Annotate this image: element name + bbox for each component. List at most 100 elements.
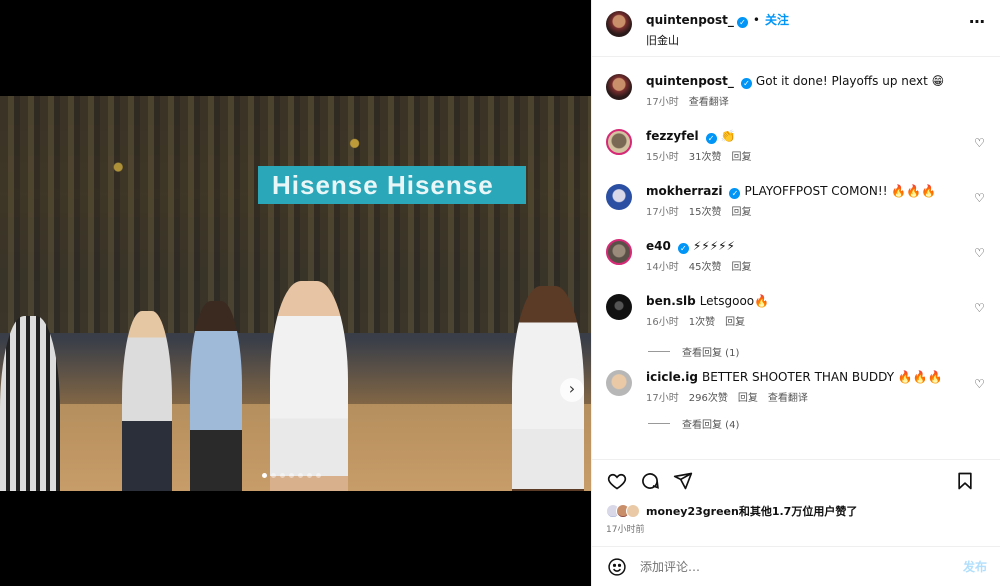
comment-input[interactable] xyxy=(640,559,963,574)
post-photo[interactable]: Hisense Hisense › xyxy=(0,96,591,491)
translate-link[interactable]: 查看翻译 xyxy=(689,97,729,108)
liker-avatar xyxy=(626,504,640,518)
commenter-avatar[interactable] xyxy=(606,294,632,320)
post-viewer: Hisense Hisense › quintenpost_ ✓ • 关注 旧金… xyxy=(0,0,1000,586)
verified-badge-icon: ✓ xyxy=(677,243,689,254)
commenter-avatar[interactable] xyxy=(606,184,632,210)
verified-badge-icon: ✓ xyxy=(729,188,741,199)
commenter-username[interactable]: e40 xyxy=(646,239,671,253)
comment-like-heart-icon[interactable]: ♡ xyxy=(974,302,986,314)
comment-line: fezzyfel ✓ 👏 xyxy=(646,129,976,144)
comment-body: mokherrazi ✓ PLAYOFFPOST COMON!! 🔥🔥🔥 17小时 1… xyxy=(646,184,976,239)
comment-text: ⚡⚡⚡⚡⚡ xyxy=(692,239,735,253)
comment-item: e40 ✓ ⚡⚡⚡⚡⚡ 14小时 45次赞 回复 ♡ xyxy=(606,239,986,294)
commenter-username[interactable]: fezzyfel xyxy=(646,129,699,143)
comment-line: icicle.ig BETTER SHOOTER THAN BUDDY 🔥🔥🔥 xyxy=(646,370,976,385)
side-panel: quintenpost_ ✓ • 关注 旧金山 ⋯ quintenpost_ ✓ Got … xyxy=(591,0,1000,586)
replies-divider xyxy=(648,350,670,352)
comment-like-heart-icon[interactable]: ♡ xyxy=(974,247,986,259)
carousel-dot xyxy=(280,473,285,478)
verified-badge-icon: ✓ xyxy=(736,17,748,28)
comment-item: ben.slb Letsgooo🔥 16小时 1次赞 回复 ♡ xyxy=(606,294,986,334)
arena-banner: Hisense Hisense xyxy=(258,166,526,204)
caption-text: Got it done! Playoffs up next 😁 xyxy=(755,74,945,88)
reply-button[interactable]: 回复 xyxy=(731,207,751,218)
likes-text: money23green和其他1.7万位用户赞了 xyxy=(646,505,858,518)
comment-text: BETTER SHOOTER THAN BUDDY 🔥🔥🔥 xyxy=(701,370,943,384)
caption-username[interactable]: quintenpost_ xyxy=(646,74,734,88)
caption-meta: 17小时 查看翻译 xyxy=(646,93,976,108)
reply-button[interactable]: 回复 xyxy=(738,393,758,404)
comment-time: 17小时 xyxy=(646,207,679,218)
comment-body: e40 ✓ ⚡⚡⚡⚡⚡ 14小时 45次赞 回复 xyxy=(646,239,976,294)
commenter-avatar[interactable] xyxy=(606,129,632,155)
emoji-icon[interactable] xyxy=(606,556,628,578)
reply-button[interactable]: 回复 xyxy=(725,317,745,328)
reply-button[interactable]: 回复 xyxy=(731,152,751,163)
follow-button[interactable]: 关注 xyxy=(765,13,789,27)
author-info: quintenpost_ ✓ • 关注 旧金山 xyxy=(646,11,789,48)
caption-line: quintenpost_ ✓ Got it done! Playoffs up ne… xyxy=(646,74,976,89)
carousel-next-button[interactable]: › xyxy=(560,378,584,402)
post-header: quintenpost_ ✓ • 关注 旧金山 ⋯ xyxy=(592,0,1000,57)
comment-item: mokherrazi ✓ PLAYOFFPOST COMON!! 🔥🔥🔥 17小时 1… xyxy=(606,184,986,239)
separator: • xyxy=(752,13,760,27)
bookmark-icon[interactable] xyxy=(954,470,976,492)
comment-text: 👏 xyxy=(720,129,736,143)
view-replies-button[interactable]: 查看回复 (4) xyxy=(648,416,986,431)
commenter-username[interactable]: icicle.ig xyxy=(646,370,698,384)
verified-badge-icon: ✓ xyxy=(740,78,752,89)
author-username[interactable]: quintenpost_ xyxy=(646,13,734,27)
comment-line: e40 ✓ ⚡⚡⚡⚡⚡ xyxy=(646,239,976,254)
send-icon[interactable] xyxy=(672,470,694,492)
add-comment-bar: 发布 xyxy=(592,546,1000,586)
post-comment-button[interactable]: 发布 xyxy=(963,558,987,575)
comment-meta: 16小时 1次赞 回复 xyxy=(646,313,976,328)
comment-time: 15小时 xyxy=(646,152,679,163)
grizzlies-player-figure xyxy=(190,301,242,491)
comment-text: Letsgooo🔥 xyxy=(699,294,770,308)
comment-like-heart-icon[interactable]: ♡ xyxy=(974,378,986,390)
comment-likes[interactable]: 31次赞 xyxy=(689,152,722,163)
caption-time: 17小时 xyxy=(646,97,679,108)
more-options-icon[interactable]: ⋯ xyxy=(969,12,986,31)
view-replies-button[interactable]: 查看回复 (1) xyxy=(648,338,986,364)
comment-likes[interactable]: 296次赞 xyxy=(689,393,728,404)
post-time: 17小时前 xyxy=(606,525,645,535)
action-bar: money23green和其他1.7万位用户赞了 17小时前 xyxy=(592,459,1000,546)
comment-like-heart-icon[interactable]: ♡ xyxy=(974,192,986,204)
comment-meta: 17小时 15次赞 回复 xyxy=(646,203,976,218)
carousel-dot xyxy=(289,473,294,478)
warriors-player-figure xyxy=(270,281,348,491)
verified-badge-icon: ✓ xyxy=(705,133,717,144)
carousel-dot xyxy=(316,473,321,478)
comment-likes[interactable]: 45次赞 xyxy=(689,262,722,273)
reply-button[interactable]: 回复 xyxy=(731,262,751,273)
replies-divider xyxy=(648,423,670,424)
comment-line: ben.slb Letsgooo🔥 xyxy=(646,294,976,309)
bench-player-figure xyxy=(122,311,172,491)
carousel-dot xyxy=(262,473,267,478)
comment-time: 17小时 xyxy=(646,393,679,404)
carousel-dots xyxy=(262,473,321,478)
commenter-username[interactable]: mokherrazi xyxy=(646,184,722,198)
commenter-username[interactable]: ben.slb xyxy=(646,294,696,308)
media-area: Hisense Hisense › xyxy=(0,0,591,586)
comment-text: PLAYOFFPOST COMON!! 🔥🔥🔥 xyxy=(744,184,937,198)
location-link[interactable]: 旧金山 xyxy=(646,32,789,48)
caption: quintenpost_ ✓ Got it done! Playoffs up ne… xyxy=(606,74,986,129)
action-icons xyxy=(606,470,987,492)
commenter-avatar[interactable] xyxy=(606,370,632,396)
comment-likes[interactable]: 1次赞 xyxy=(689,317,715,328)
author-avatar[interactable] xyxy=(606,11,632,37)
comment-likes[interactable]: 15次赞 xyxy=(689,207,722,218)
commenter-avatar[interactable] xyxy=(606,239,632,265)
likes-summary[interactable]: money23green和其他1.7万位用户赞了 xyxy=(606,503,987,519)
translate-link[interactable]: 查看翻译 xyxy=(768,393,808,404)
comment-like-heart-icon[interactable]: ♡ xyxy=(974,137,986,149)
comment-meta: 17小时 296次赞 回复 查看翻译 xyxy=(646,389,976,404)
comments-list: quintenpost_ ✓ Got it done! Playoffs up ne… xyxy=(592,57,1000,459)
caption-avatar[interactable] xyxy=(606,74,632,100)
heart-icon[interactable] xyxy=(606,470,628,492)
comment-icon[interactable] xyxy=(639,470,661,492)
